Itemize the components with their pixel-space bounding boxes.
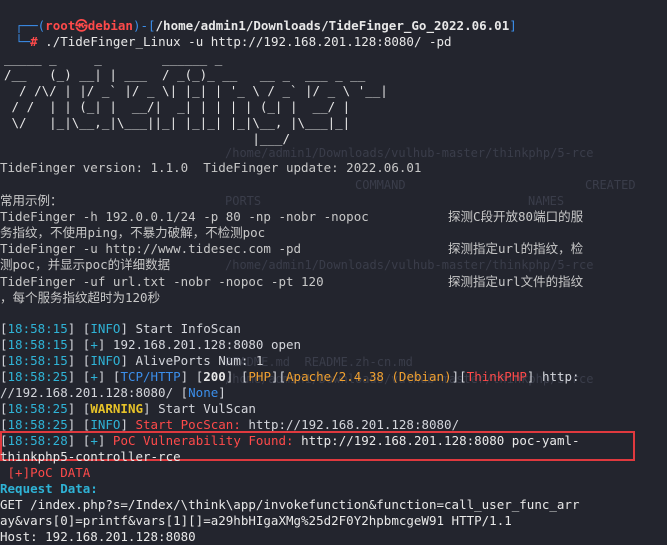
command-line[interactable]: └─# ./TideFinger_Linux -u http://192.168… [0,16,452,49]
banner-line: / /\/ | |/ _` |/ _ \| |_| | '_ \ / _` |/… [4,83,388,98]
log-tag-warning: WARNING [90,401,144,416]
usage-desc-1: 探测C段开放80端口的服 [448,209,584,224]
log-none: None [188,385,219,400]
usage-title: 常用示例： [0,193,63,208]
prompt-line: ┌──(root㉿debian)-[/home/admin1/Downloads… [0,0,517,33]
ghost-path: /home/admin1/Downloads/vulhub-master/thi… [225,146,594,160]
log-fingerprint-apache: Apache/2.4.38 (Debian) [286,369,452,384]
version-line: TideFinger version: 1.1.0 TideFinger upd… [0,160,422,175]
request-data-label: Request Data: [0,481,98,496]
usage-desc-2b: 测poc，并显示poc的详细数据 [0,257,171,272]
log-time: 18:58:15 [7,337,68,352]
log-time: 18:58:25 [7,369,68,384]
log-vuln-found: PoC Vulnerability Found: [105,433,294,448]
banner-line: \/ |_|\__,_|\___||_| |_|_| |_|\__, |\___… [4,115,351,130]
log-status-code: 200 [203,369,226,384]
log-vuln-detail-cont: thinkphp5-controller-rce [0,449,181,464]
log-url: http: [534,369,580,384]
log-tag-plus: + [90,337,98,352]
log-time: 18:58:15 [7,321,68,336]
usage-desc-3b: ，每个服务指纹超时为120秒 [0,290,161,305]
log-fingerprint-php: PHP [248,369,271,384]
log-line: [18:58:15] [INFO] AlivePorts Num: 1 [0,353,264,368]
prompt-close: ] [509,18,517,33]
log-fingerprint-thinkphp: ThinkPHP [466,369,527,384]
usage-desc-2: 探测指定url的指纹，检 [448,241,584,256]
log-line-vuln: [18:58:28] [+] PoC Vulnerability Found: … [0,433,580,448]
log-time: 18:58:15 [7,353,68,368]
log-message: Start InfoScan [127,321,241,336]
usage-example-2: TideFinger -u http://www.tidesec.com -pd [0,241,302,256]
prompt-corner: └─ [15,34,31,49]
poc-data-label: [+]PoC DATA [0,465,91,480]
usage-example-1: TideFinger -h 192.0.0.1/24 -p 80 -np -no… [0,208,369,225]
log-vuln-detail: http://192.168.201.128:8080 poc-yaml- [293,433,580,448]
log-tag-info: INFO [90,353,121,368]
usage-example-3: TideFinger -uf url.txt -nobr -nopoc -pt … [0,274,324,289]
ghost-names-header: NAMES [528,194,565,208]
request-line: GET /index.php?s=/Index/\think\app/invok… [0,497,580,512]
ghost-ports-header: PORTS [225,194,262,208]
log-time: 18:58:28 [7,433,68,448]
banner-line: |___/ [4,131,290,146]
usage-desc-3: 探测指定url文件的指纹 [448,274,584,289]
log-message-red: Start PocScan: [127,417,241,432]
prompt-hash: # [30,34,38,49]
log-tag-info: INFO [90,417,121,432]
command-text[interactable]: ./TideFinger_Linux -u http://192.168.201… [38,34,451,49]
request-host: Host: 192.168.201.128:8080 [0,529,196,544]
request-line: ay&vars[0]=printf&vars[1][]=a29hbHIgaXMg… [0,513,512,528]
banner-line: _____ _ _ ______ _ [4,51,223,66]
log-message: AlivePorts Num: 1 [127,353,264,368]
log-time: 18:58:25 [7,417,68,432]
usage-command: TideFinger -h 192.0.0.1/24 -p 80 -np -no… [0,209,369,224]
log-message: Start VulScan [150,401,256,416]
log-url: //192.168.201.128:8080/ [0,385,174,400]
log-time: 18:58:25 [7,401,68,416]
log-url: http://192.168.201.128:8080/ [240,417,460,432]
log-line: [18:58:15] [INFO] Start InfoScan [0,321,241,336]
ghost-path: /home/admin1/Downloads/vulhub-master/thi… [225,258,594,272]
log-line-fingerprint-cont: //192.168.201.128:8080/ [None] [0,385,226,400]
log-message: 192.168.201.128:8080 open [105,337,302,352]
usage-desc-1b: 务指纹，不使用ping，不暴力破解，不检测poc [0,225,266,240]
log-line-fingerprint: [18:58:25] [+] [TCP/HTTP] [200] [PHP][Ap… [0,369,580,384]
log-tag-plus: + [90,369,98,384]
log-line: [18:58:15] [+] 192.168.201.128:8080 open [0,337,302,352]
ghost-command-header: COMMAND [355,178,406,192]
log-line: [18:58:25] [WARNING] Start VulScan [0,401,256,416]
log-protocol: TCP/HTTP [120,369,181,384]
ghost-created-header: CREATED [585,178,636,192]
log-tag-plus: + [90,433,98,448]
banner-line: / / | | (_| | __/| _| | | | | (_| | __/ … [4,99,351,114]
banner-line: /__ (_) __| | ___ / _(_)_ __ __ _ ___ _ … [4,67,366,82]
log-tag-info: INFO [90,321,121,336]
